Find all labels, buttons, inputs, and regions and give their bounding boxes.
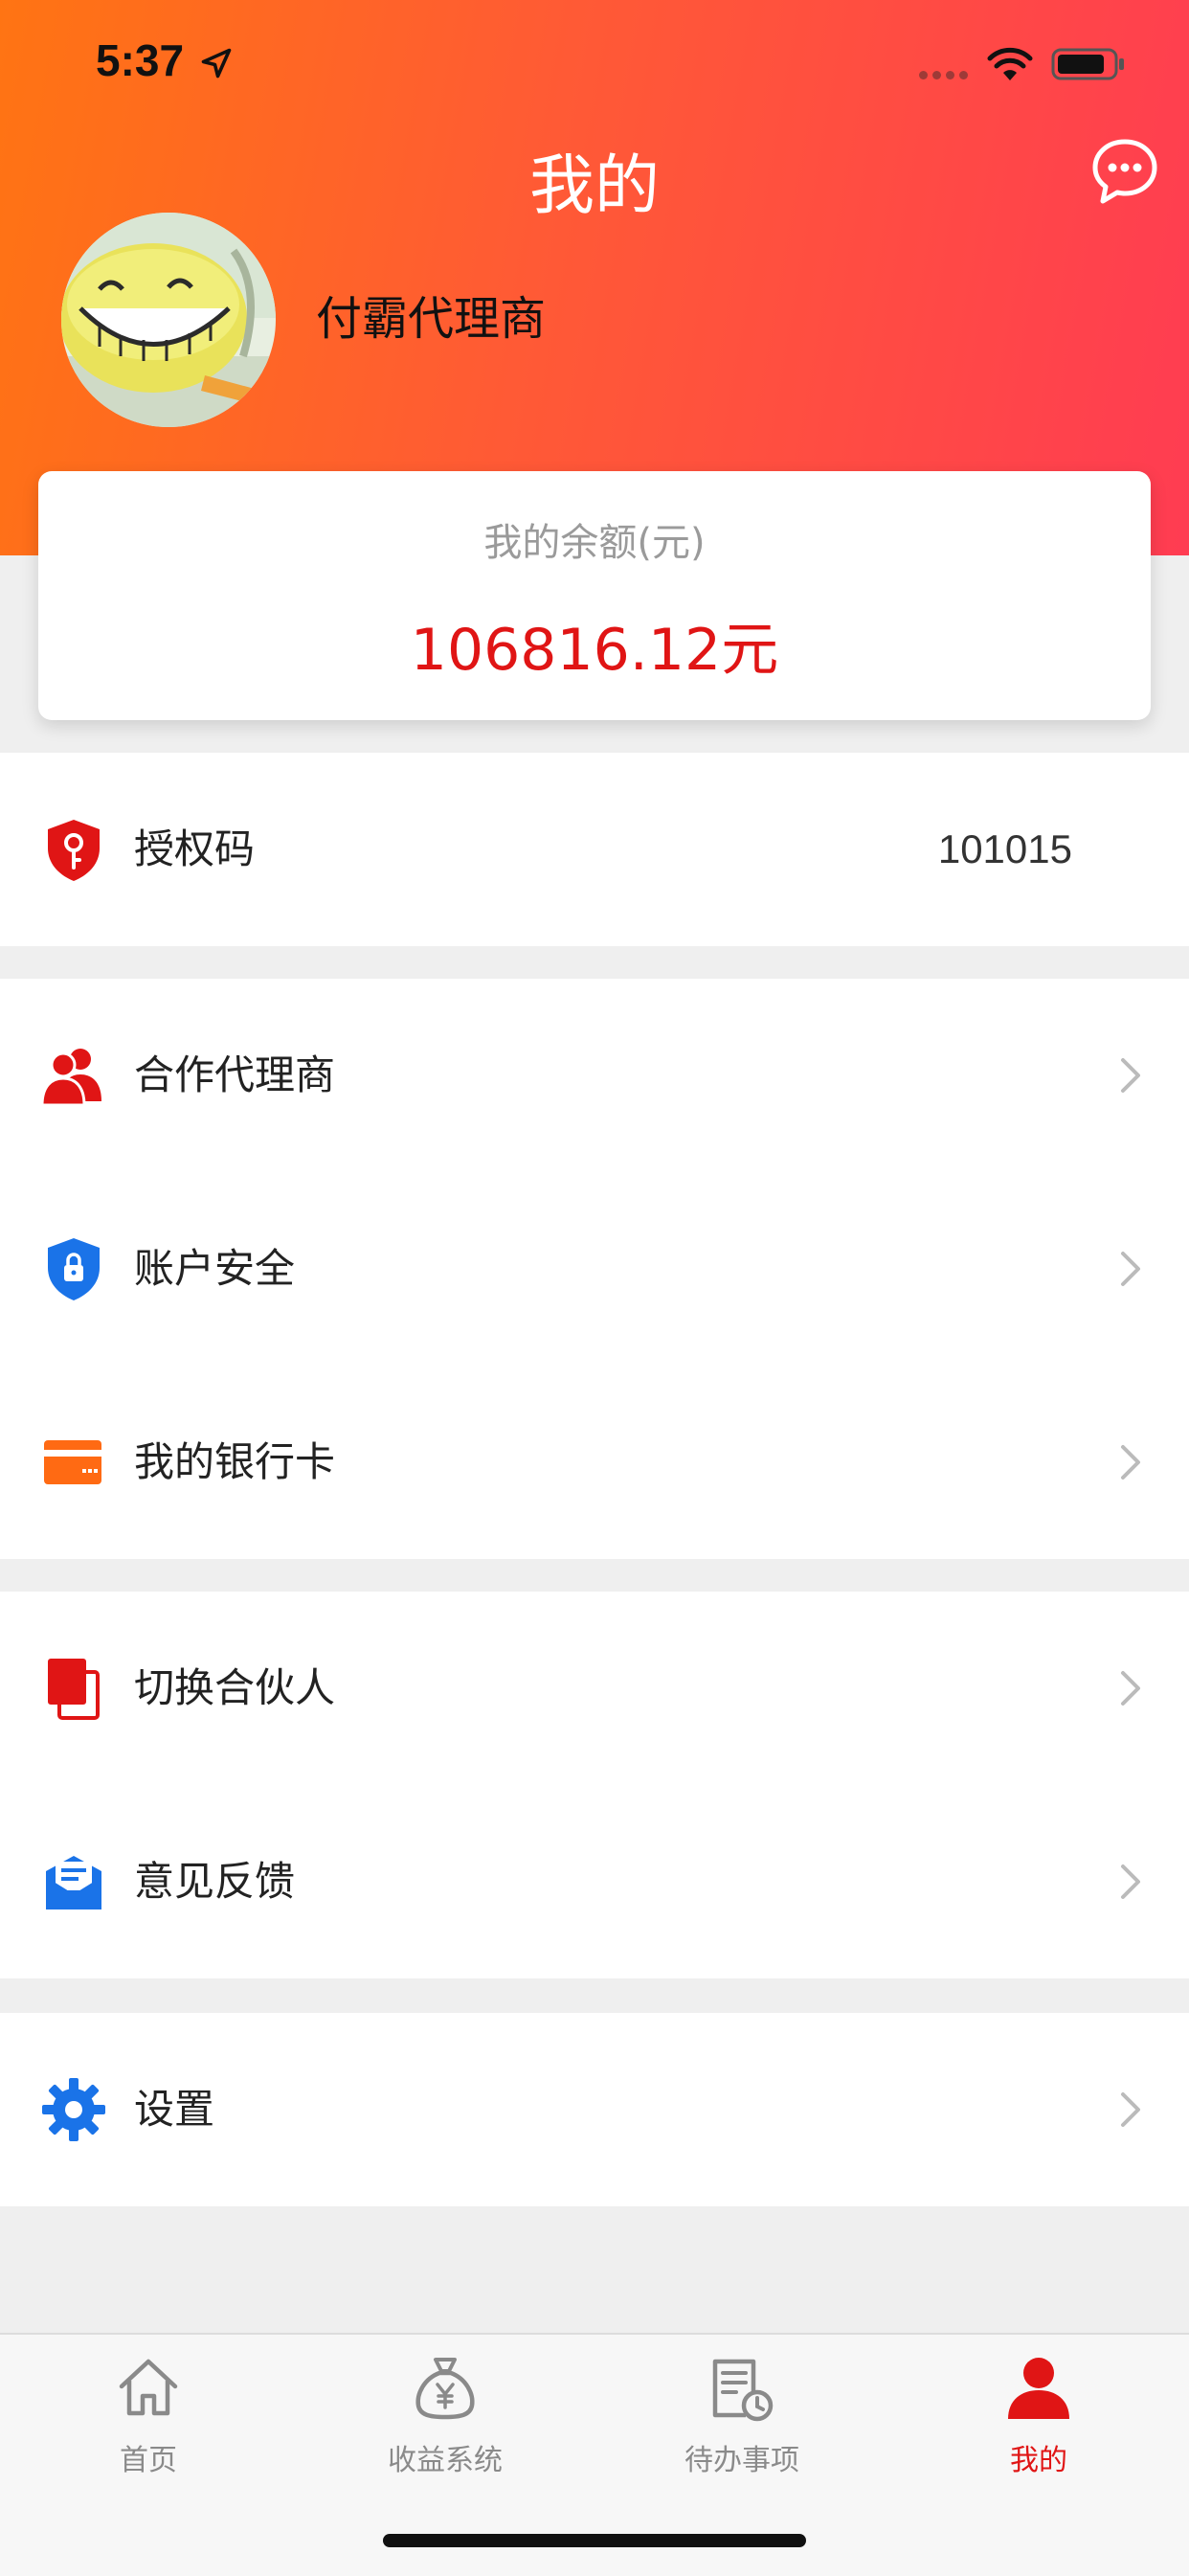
chevron-right-icon [1121, 1445, 1140, 1480]
settings-section: 设置 [0, 2013, 1189, 2206]
location-arrow-icon [201, 48, 232, 79]
feedback-label: 意见反馈 [134, 1858, 296, 1905]
switch-partner-row[interactable]: 切换合伙人 [0, 1592, 1189, 1785]
battery-icon [1051, 48, 1124, 80]
person-icon [1008, 2358, 1069, 2419]
wifi-icon [987, 47, 1033, 80]
chevron-right-icon [1121, 1252, 1140, 1286]
gear-icon [42, 2078, 105, 2141]
feedback-icon [46, 1856, 101, 1909]
partners-label: 合作代理商 [134, 1051, 336, 1098]
chevron-right-icon [1121, 2092, 1140, 2127]
tab-mine[interactable]: 我的 [890, 2354, 1187, 2488]
shield-key-icon [48, 820, 100, 881]
people-icon [40, 1049, 101, 1107]
tab-earnings[interactable]: 收益系统 [297, 2354, 594, 2488]
auth-code-value: 101015 [937, 826, 1072, 871]
lock-shield-icon [48, 1238, 100, 1300]
tab-earnings-label: 收益系统 [388, 2444, 503, 2477]
balance-label: 我的余额(元) [483, 521, 706, 565]
tab-mine-label: 我的 [1010, 2444, 1067, 2477]
status-time: 5:37 [96, 35, 185, 85]
account-section: 合作代理商 账户安全 我的银行卡 [0, 979, 1189, 1559]
avatar-image [61, 213, 276, 427]
switch-partner-label: 切换合伙人 [134, 1664, 336, 1711]
balance-card[interactable]: 我的余额(元) 106816.12元 [38, 471, 1151, 720]
auth-code-label: 授权码 [134, 825, 256, 872]
signal-dots-icon [919, 71, 968, 79]
todo-clock-icon [712, 2359, 774, 2422]
home-indicator [383, 2534, 806, 2547]
message-icon[interactable] [1089, 136, 1160, 207]
tab-home-label: 首页 [120, 2444, 177, 2477]
switch-icon [48, 1659, 100, 1720]
tab-home[interactable]: 首页 [0, 2354, 297, 2488]
account-security-row[interactable]: 账户安全 [0, 1172, 1189, 1366]
auth-code-row[interactable]: 授权码 101015 [0, 753, 1189, 946]
avatar[interactable] [61, 213, 276, 427]
feedback-row[interactable]: 意见反馈 [0, 1785, 1189, 1978]
bank-card-label: 我的银行卡 [134, 1438, 336, 1485]
home-icon [119, 2359, 178, 2416]
chevron-right-icon [1121, 1671, 1140, 1706]
balance-value: 106816.12元 [410, 617, 779, 684]
partner-section: 切换合伙人 意见反馈 [0, 1592, 1189, 1978]
tab-todo-label: 待办事项 [684, 2444, 799, 2477]
tab-todo[interactable]: 待办事项 [594, 2354, 890, 2488]
money-bag-icon [415, 2358, 475, 2420]
auth-code-section: 授权码 101015 [0, 753, 1189, 946]
card-icon [44, 1440, 101, 1484]
bank-card-row[interactable]: 我的银行卡 [0, 1366, 1189, 1559]
chevron-right-icon [1121, 1058, 1140, 1093]
chevron-right-icon [1121, 1864, 1140, 1899]
account-security-label: 账户安全 [134, 1245, 296, 1292]
settings-label: 设置 [134, 2086, 215, 2133]
settings-row[interactable]: 设置 [0, 2013, 1189, 2206]
user-name: 付霸代理商 [316, 292, 547, 346]
partners-row[interactable]: 合作代理商 [0, 979, 1189, 1172]
